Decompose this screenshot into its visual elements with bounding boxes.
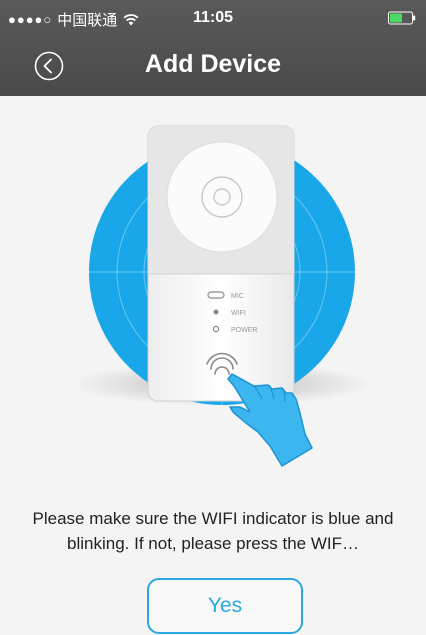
nav-bar: Add Device bbox=[0, 36, 426, 96]
status-time: 11:05 bbox=[192, 9, 234, 26]
battery-icon bbox=[388, 11, 416, 25]
indicator-label: WIFI bbox=[231, 310, 246, 317]
add-device-screen: ●●●●○ 中国联通 11:05 Add Device MIC WIFI POW… bbox=[0, 0, 426, 635]
indicator-label: MIC bbox=[231, 293, 244, 300]
page-title: Add Device bbox=[144, 50, 282, 78]
device-illustration: MIC WIFI POWER bbox=[72, 125, 372, 467]
extender-device bbox=[147, 125, 295, 402]
yes-button[interactable]: Yes bbox=[147, 578, 303, 634]
status-bar: ●●●●○ 中国联通 11:05 bbox=[0, 0, 426, 36]
indicator-label: POWER bbox=[231, 327, 257, 334]
instruction-text: Please make sure the WIFI indicator is b… bbox=[32, 509, 394, 553]
header: ●●●●○ 中国联通 11:05 Add Device bbox=[0, 0, 426, 96]
